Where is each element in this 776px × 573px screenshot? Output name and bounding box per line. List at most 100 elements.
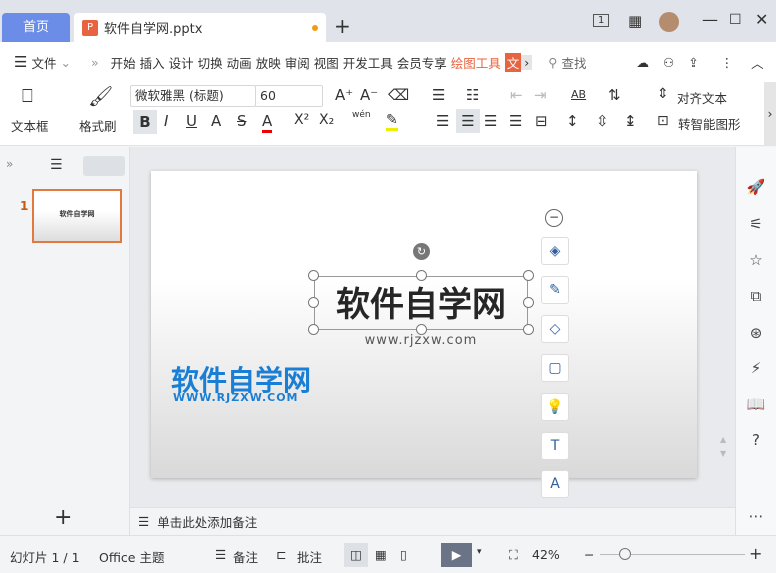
power-icon[interactable]: ⚡: [746, 359, 766, 377]
collapse-float-toolbar-icon[interactable]: −: [545, 209, 563, 227]
clear-format-icon[interactable]: ⌫: [388, 86, 409, 104]
bullet-list-icon[interactable]: ☰: [432, 86, 445, 104]
menu-scroll-right[interactable]: ›: [521, 54, 533, 70]
reading-view-icon[interactable]: ▯: [400, 547, 407, 562]
textbox-button[interactable]: 文本框: [11, 116, 49, 135]
help-icon[interactable]: ?: [746, 431, 766, 449]
resize-handle[interactable]: [523, 297, 534, 308]
zoom-in-button[interactable]: +: [749, 544, 762, 563]
sort-icon[interactable]: ⇅: [608, 86, 621, 104]
tab-document[interactable]: P 软件自学网.pptx: [74, 13, 326, 42]
format-painter-button[interactable]: 格式刷: [79, 116, 117, 135]
notes-toggle-icon[interactable]: ☰: [215, 547, 226, 562]
paragraph-spacing-icon[interactable]: ⇳: [596, 112, 609, 130]
resize-handle[interactable]: [523, 324, 534, 335]
menu-slideshow[interactable]: 放映: [256, 53, 281, 72]
slide-subtitle[interactable]: www.rjzxw.com: [314, 333, 528, 348]
resize-handle[interactable]: [416, 324, 427, 335]
menu-start[interactable]: 开始: [111, 53, 136, 72]
normal-view-icon[interactable]: ◫: [344, 543, 368, 567]
chevron-down-icon[interactable]: ⌄: [60, 55, 70, 70]
align-text-button[interactable]: 对齐文本: [677, 88, 727, 107]
menu-drawing-tools[interactable]: 绘图工具: [451, 53, 501, 72]
book-search-icon[interactable]: 📖: [746, 395, 766, 413]
slide-count-icon[interactable]: 1: [593, 14, 610, 27]
align-right-icon[interactable]: ☰: [484, 112, 497, 130]
strikethrough-button[interactable]: S: [237, 112, 247, 130]
slide-thumbnail[interactable]: 软件自学网: [32, 189, 122, 243]
resize-handle[interactable]: [416, 270, 427, 281]
smart-shape-icon[interactable]: ⊡: [657, 113, 669, 129]
bold-button[interactable]: B: [133, 110, 157, 134]
decrease-font-icon[interactable]: A⁻: [360, 86, 378, 104]
resize-handle[interactable]: [308, 324, 319, 335]
minimize-icon[interactable]: —: [702, 10, 718, 29]
fit-window-icon[interactable]: ⛶: [509, 547, 518, 563]
play-button[interactable]: ▶: [441, 543, 472, 567]
italic-button[interactable]: I: [164, 112, 168, 130]
text-effect-icon[interactable]: T: [541, 432, 569, 460]
new-tab-icon[interactable]: +: [334, 14, 351, 38]
transform-icon[interactable]: ⧉: [746, 287, 766, 305]
maximize-icon[interactable]: ☐: [729, 12, 742, 28]
align-left-icon[interactable]: ☰: [436, 112, 449, 130]
search-icon[interactable]: ⚲: [548, 55, 557, 70]
superscript-button[interactable]: X²: [294, 112, 309, 128]
underline-button[interactable]: U: [186, 112, 197, 130]
ribbon-scroll-right[interactable]: ›: [764, 82, 776, 146]
star-icon[interactable]: ☆: [746, 251, 766, 269]
slide-title[interactable]: 软件自学网: [314, 277, 528, 326]
spacing-dropdown-icon[interactable]: ↨: [624, 112, 637, 130]
close-icon[interactable]: ✕: [755, 10, 768, 29]
notes-bar[interactable]: ☰ 单击此处添加备注: [130, 507, 735, 535]
bulb-icon[interactable]: 💡: [541, 393, 569, 421]
align-text-icon[interactable]: ⇕: [657, 86, 669, 102]
menu-view[interactable]: 视图: [314, 53, 339, 72]
text-direction-icon[interactable]: AB: [571, 88, 586, 101]
distribute-icon[interactable]: ⊟: [535, 112, 548, 130]
menu-insert[interactable]: 插入: [140, 53, 165, 72]
menu-text-tools[interactable]: 文: [504, 52, 522, 72]
hamburger-icon[interactable]: ☰: [14, 53, 27, 71]
numbered-list-icon[interactable]: ☷: [466, 86, 479, 104]
notes-placeholder[interactable]: 单击此处添加备注: [157, 512, 257, 531]
increase-font-icon[interactable]: A⁺: [335, 86, 353, 104]
more-icon[interactable]: ⋮: [721, 55, 734, 70]
layers-icon[interactable]: ◈: [541, 237, 569, 265]
tab-home[interactable]: 首页: [2, 13, 70, 42]
align-center-icon[interactable]: ☰: [456, 109, 480, 133]
sorter-view-icon[interactable]: ▦: [375, 547, 387, 562]
theme-name[interactable]: Office 主题: [99, 547, 164, 566]
add-slide-icon[interactable]: +: [54, 505, 72, 530]
double-chevron-icon[interactable]: »: [91, 55, 99, 70]
resize-handle[interactable]: [308, 270, 319, 281]
slide[interactable]: 软件自学网 www.rjzxw.com ↻ 软件自学网 WWW.RJZXW.CO…: [151, 171, 697, 478]
menu-member[interactable]: 会员专享: [397, 53, 447, 72]
justify-icon[interactable]: ☰: [509, 112, 522, 130]
textbox-icon[interactable]: ⎕: [22, 86, 33, 107]
menu-developer[interactable]: 开发工具: [343, 53, 393, 72]
fill-icon[interactable]: ◇: [541, 315, 569, 343]
more-icon[interactable]: ⋯: [746, 507, 766, 525]
menu-transition[interactable]: 切换: [198, 53, 223, 72]
zoom-out-button[interactable]: −: [584, 547, 594, 562]
thumbnail-view-icon[interactable]: [83, 156, 125, 176]
resize-handle[interactable]: [308, 297, 319, 308]
outline-icon[interactable]: ▢: [541, 354, 569, 382]
smart-shape-button[interactable]: 转智能图形: [678, 114, 741, 133]
grid-icon[interactable]: ▦: [628, 12, 642, 30]
ai-icon[interactable]: ⊛: [746, 324, 766, 342]
phonetic-button[interactable]: wén: [352, 110, 371, 120]
notes-toggle-button[interactable]: 备注: [233, 547, 258, 566]
menu-animation[interactable]: 动画: [227, 53, 252, 72]
expand-panel-icon[interactable]: »: [6, 157, 13, 171]
highlight-button[interactable]: ✎: [386, 112, 398, 131]
play-dropdown-icon[interactable]: ▾: [477, 547, 482, 557]
font-size-select[interactable]: 60: [255, 85, 323, 107]
comments-button[interactable]: 批注: [297, 547, 322, 566]
cloud-icon[interactable]: ☁: [636, 55, 649, 70]
settings-sliders-icon[interactable]: ⚟: [746, 215, 766, 233]
menu-review[interactable]: 审阅: [285, 53, 310, 72]
menu-file[interactable]: 文件: [31, 53, 56, 72]
brush-icon[interactable]: 🖌: [88, 84, 113, 108]
